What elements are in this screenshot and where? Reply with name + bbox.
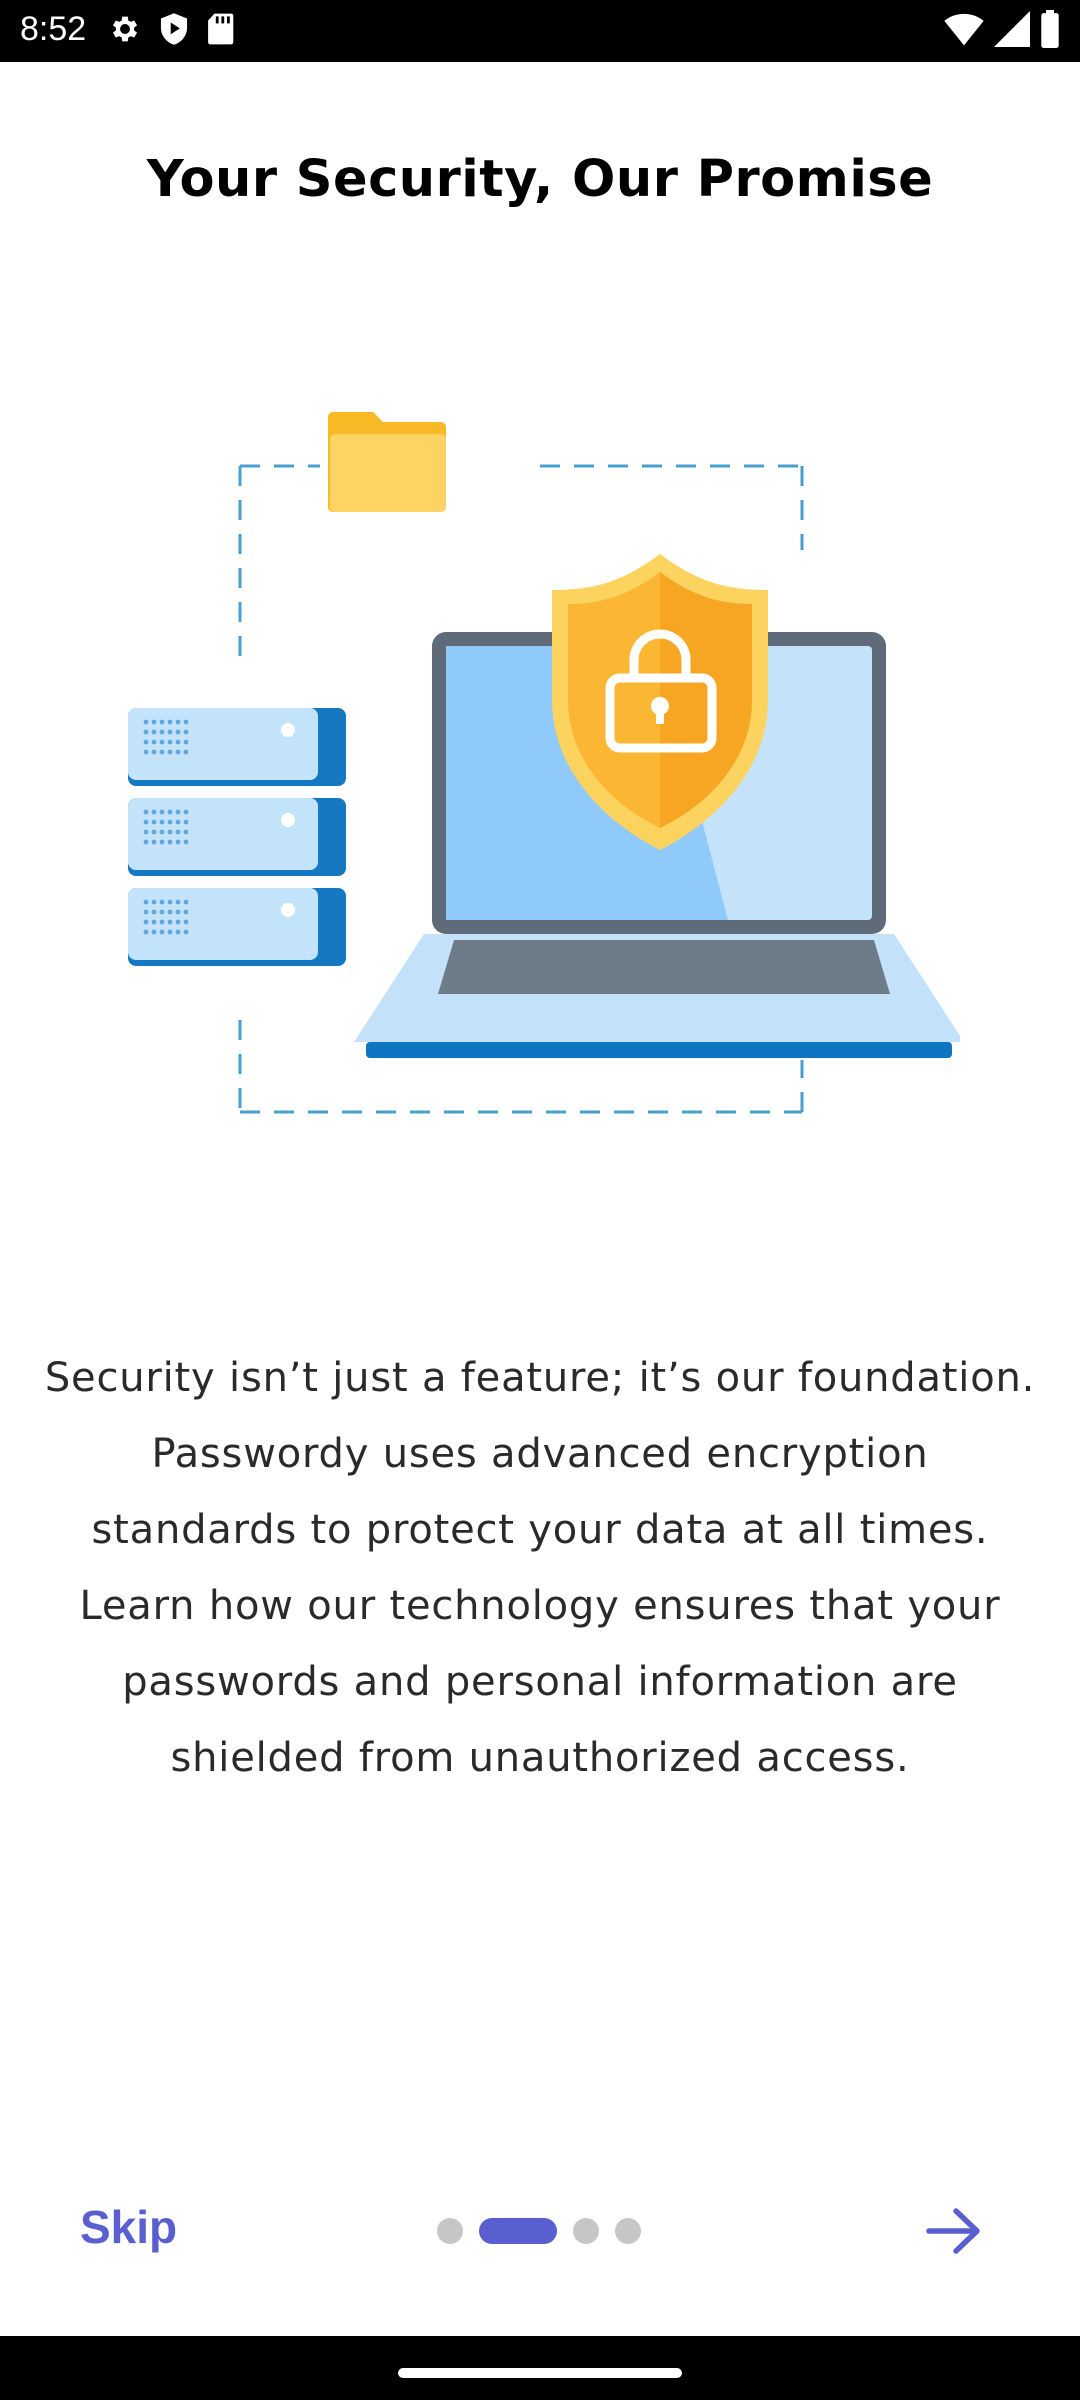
gear-icon — [108, 12, 142, 50]
page-title: Your Security, Our Promise — [146, 150, 934, 209]
play-protect-icon — [158, 12, 190, 50]
security-illustration — [120, 400, 964, 1130]
page-indicator — [437, 2218, 641, 2244]
arrow-right-icon — [926, 2208, 980, 2254]
sd-card-icon — [206, 12, 234, 50]
folder-icon — [328, 412, 446, 512]
page-dot-2-active — [479, 2218, 557, 2244]
status-time: 8:52 — [20, 10, 87, 48]
cell-signal-icon — [994, 11, 1030, 51]
battery-icon — [1040, 10, 1060, 52]
next-button[interactable] — [920, 2198, 986, 2264]
skip-button[interactable]: Skip — [80, 2200, 177, 2254]
status-icons-left — [108, 13, 234, 49]
status-icons-right — [944, 10, 1060, 52]
page-dot-1 — [437, 2218, 463, 2244]
description-text: Security isn’t just a feature; it’s our … — [44, 1355, 1036, 1781]
onboarding-screen: 8:52 Your Security, Our Promise Security… — [0, 0, 1080, 2400]
home-indicator[interactable] — [398, 2368, 682, 2378]
wifi-icon — [944, 11, 984, 51]
server-icon — [128, 708, 346, 966]
status-bar: 8:52 — [0, 0, 1080, 62]
page-dot-3 — [573, 2218, 599, 2244]
page-dot-4 — [615, 2218, 641, 2244]
